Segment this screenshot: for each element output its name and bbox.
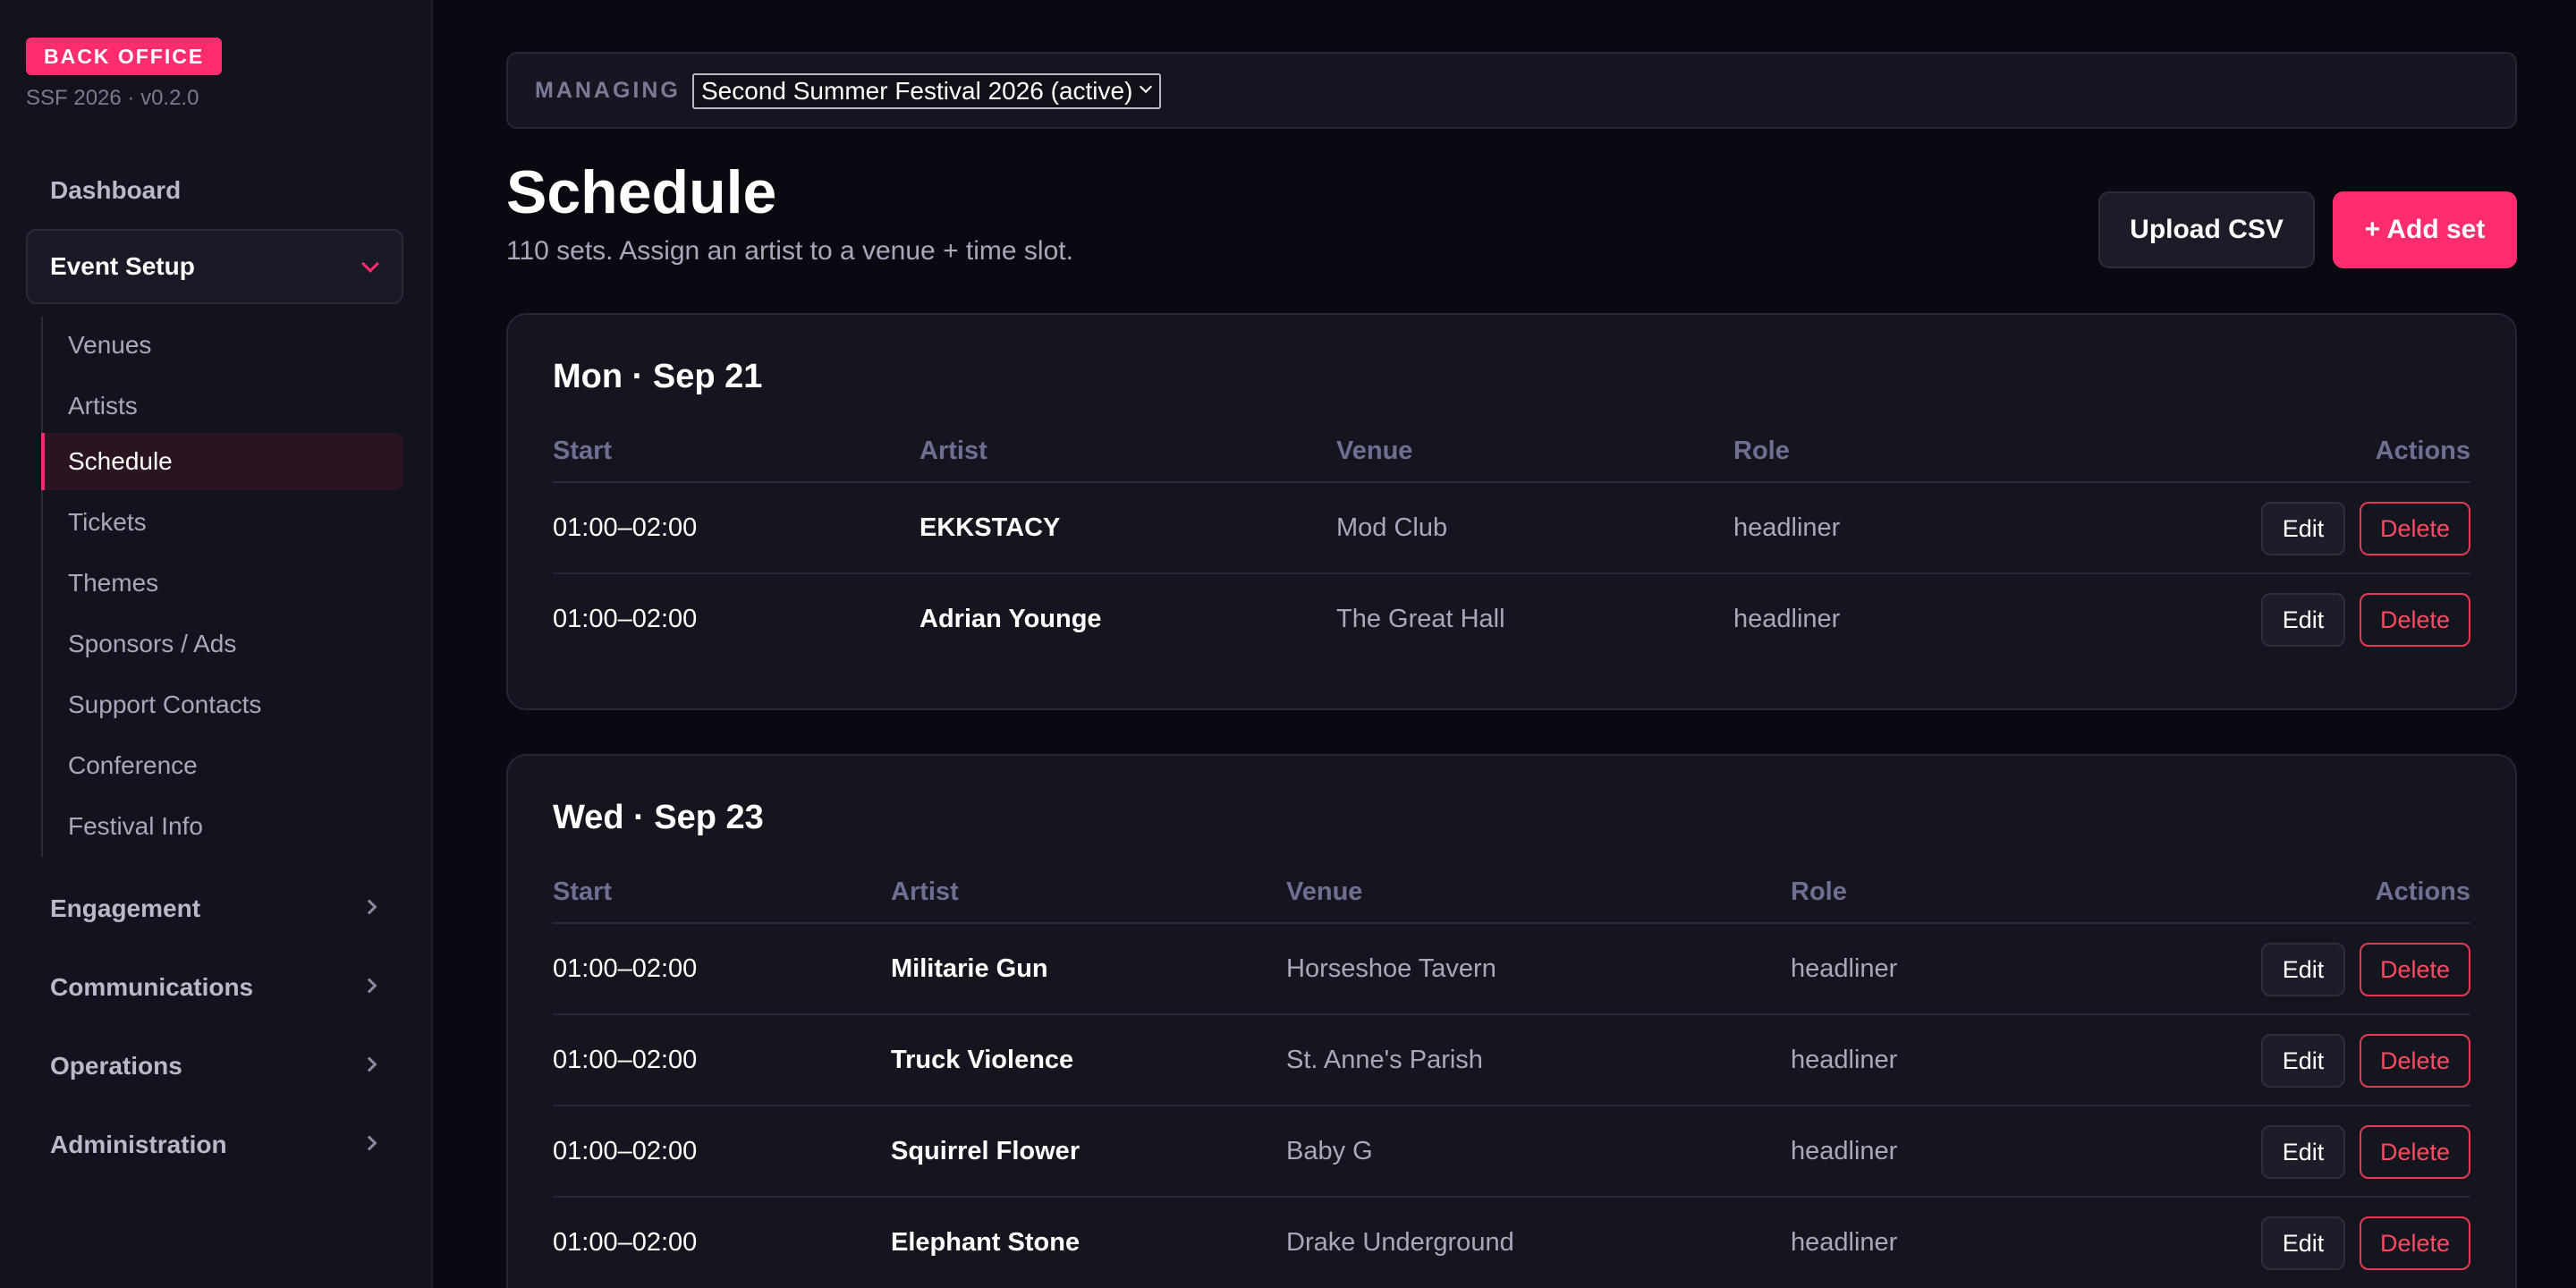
sidebar-group-engagement[interactable]: Engagement	[26, 882, 403, 936]
sidebar-item-venues[interactable]: Venues	[43, 317, 405, 374]
edit-button[interactable]: Edit	[2261, 1034, 2345, 1088]
cell-start: 01:00–02:00	[553, 513, 698, 542]
edit-button[interactable]: Edit	[2261, 1125, 2345, 1179]
cell-role: headliner	[1791, 1137, 1898, 1165]
column-header-artist: Artist	[919, 436, 987, 465]
cell-artist: Adrian Younge	[919, 605, 1102, 633]
sidebar-item-schedule[interactable]: Schedule	[41, 433, 403, 490]
cell-artist: Squirrel Flower	[891, 1137, 1080, 1165]
managing-bar: MANAGING Second Summer Festival 2026 (ac…	[506, 52, 2517, 129]
column-header-venue: Venue	[1286, 877, 1363, 906]
cell-start: 01:00–02:00	[553, 1228, 698, 1257]
cell-start: 01:00–02:00	[553, 605, 698, 633]
edit-button[interactable]: Edit	[2261, 593, 2345, 647]
chevron-right-icon	[361, 978, 377, 994]
sidebar-item-support-contacts[interactable]: Support Contacts	[43, 676, 405, 733]
table-row: 01:00–02:00 EKKSTACY Mod Club headliner …	[553, 483, 2470, 574]
cell-venue: The Great Hall	[1336, 605, 1505, 633]
sidebar-item-artists[interactable]: Artists	[43, 377, 405, 435]
sidebar: BACK OFFICE SSF 2026 · v0.2.0 Dashboard …	[0, 0, 433, 1288]
cell-artist: EKKSTACY	[919, 513, 1061, 542]
column-header-actions: Actions	[2375, 877, 2470, 906]
sidebar-item-themes[interactable]: Themes	[43, 555, 405, 612]
cell-artist: Truck Violence	[891, 1046, 1074, 1074]
table-row: 01:00–02:00 Squirrel Flower Baby G headl…	[553, 1106, 2470, 1198]
column-header-start: Start	[553, 436, 613, 465]
cell-venue: Drake Underground	[1286, 1228, 1514, 1257]
column-header-artist: Artist	[891, 877, 959, 906]
page-title: Schedule	[506, 158, 777, 226]
sidebar-group-operations[interactable]: Operations	[26, 1039, 403, 1093]
chevron-right-icon	[361, 899, 377, 915]
managing-label: MANAGING	[535, 78, 681, 103]
chevron-right-icon	[361, 1056, 377, 1072]
cell-start: 01:00–02:00	[553, 1137, 698, 1165]
add-set-button[interactable]: + Add set	[2333, 191, 2517, 268]
sidebar-group-communications[interactable]: Communications	[26, 961, 403, 1014]
delete-button[interactable]: Delete	[2360, 502, 2470, 555]
app-version: SSF 2026 · v0.2.0	[26, 86, 199, 110]
table-row: 01:00–02:00 Truck Violence St. Anne's Pa…	[553, 1015, 2470, 1106]
delete-button[interactable]: Delete	[2360, 1125, 2470, 1179]
cell-start: 01:00–02:00	[553, 954, 698, 983]
cell-artist: Militarie Gun	[891, 954, 1048, 983]
sidebar-group-label: Event Setup	[50, 252, 195, 280]
cell-role: headliner	[1733, 513, 1841, 542]
page-subtitle: 110 sets. Assign an artist to a venue + …	[506, 236, 1073, 266]
day-title: Wed · Sep 23	[553, 799, 764, 836]
edit-button[interactable]: Edit	[2261, 943, 2345, 996]
sidebar-item-festival-info[interactable]: Festival Info	[43, 798, 405, 855]
delete-button[interactable]: Delete	[2360, 1216, 2470, 1270]
cell-start: 01:00–02:00	[553, 1046, 698, 1074]
edit-button[interactable]: Edit	[2261, 502, 2345, 555]
upload-csv-button[interactable]: Upload CSV	[2098, 191, 2315, 268]
cell-role: headliner	[1791, 954, 1898, 983]
column-header-role: Role	[1733, 436, 1790, 465]
column-header-role: Role	[1791, 877, 1847, 906]
cell-venue: Baby G	[1286, 1137, 1373, 1165]
cell-venue: St. Anne's Parish	[1286, 1046, 1483, 1074]
cell-venue: Mod Club	[1336, 513, 1448, 542]
sidebar-group-event-setup[interactable]: Event Setup	[26, 229, 403, 304]
sidebar-group-label: Engagement	[50, 894, 201, 922]
sidebar-group-label: Operations	[50, 1052, 182, 1080]
column-header-actions: Actions	[2375, 436, 2470, 465]
column-header-start: Start	[553, 877, 613, 906]
sidebar-item-tickets[interactable]: Tickets	[43, 494, 405, 551]
cell-venue: Horseshoe Tavern	[1286, 954, 1496, 983]
cell-role: headliner	[1733, 605, 1841, 633]
cell-role: headliner	[1791, 1046, 1898, 1074]
sidebar-group-label: Administration	[50, 1131, 227, 1158]
sidebar-item-conference[interactable]: Conference	[43, 737, 405, 794]
delete-button[interactable]: Delete	[2360, 1034, 2470, 1088]
delete-button[interactable]: Delete	[2360, 593, 2470, 647]
festival-select[interactable]: Second Summer Festival 2026 (active)	[692, 73, 1162, 109]
table-row: 01:00–02:00 Adrian Younge The Great Hall…	[553, 574, 2470, 665]
event-setup-subnav: Venues Artists Schedule Tickets Themes S…	[41, 317, 403, 857]
column-header-venue: Venue	[1336, 436, 1413, 465]
edit-button[interactable]: Edit	[2261, 1216, 2345, 1270]
sidebar-group-label: Communications	[50, 973, 254, 1001]
chevron-down-icon	[1140, 80, 1153, 94]
delete-button[interactable]: Delete	[2360, 943, 2470, 996]
sidebar-item-dashboard[interactable]: Dashboard	[50, 173, 181, 208]
cell-role: headliner	[1791, 1228, 1898, 1257]
table-row: 01:00–02:00 Militarie Gun Horseshoe Tave…	[553, 924, 2470, 1015]
day-card-mon-sep-21: Mon · Sep 21 Start Artist Venue Role Act…	[506, 313, 2517, 710]
day-title: Mon · Sep 21	[553, 358, 763, 395]
sidebar-item-sponsors-ads[interactable]: Sponsors / Ads	[43, 615, 405, 673]
day-card-wed-sep-23: Wed · Sep 23 Start Artist Venue Role Act…	[506, 754, 2517, 1288]
chevron-right-icon	[361, 1135, 377, 1151]
table-row: 01:00–02:00 Elephant Stone Drake Undergr…	[553, 1198, 2470, 1288]
chevron-down-icon	[361, 255, 379, 273]
brand-badge: BACK OFFICE	[26, 38, 223, 75]
sidebar-group-administration[interactable]: Administration	[26, 1118, 403, 1172]
festival-select-value: Second Summer Festival 2026 (active)	[701, 77, 1133, 105]
cell-artist: Elephant Stone	[891, 1228, 1080, 1257]
